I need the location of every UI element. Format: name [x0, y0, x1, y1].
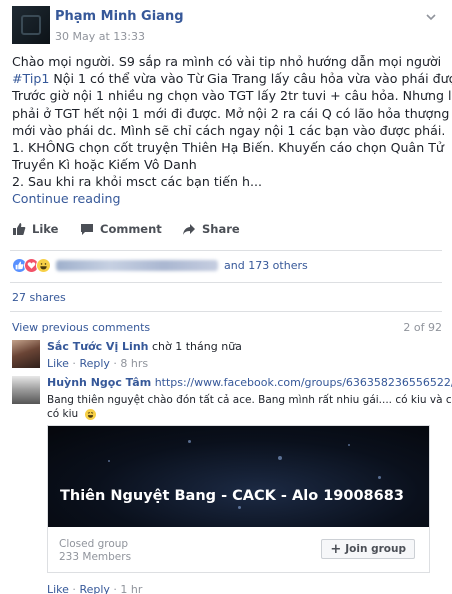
- group-title[interactable]: Thiên Nguyệt Bang - CACK - Alo 19008683: [60, 488, 404, 504]
- post-line: mới vào phái dc. Mình sẽ chỉ cách ngay n…: [12, 122, 446, 138]
- comment-button[interactable]: Comment: [80, 222, 162, 236]
- post-line: Trước giờ nội 1 nhiều ng chọn vào TGT lấ…: [12, 88, 452, 104]
- share-arrow-icon: [183, 224, 195, 235]
- post-body: Chào mọi người. S9 sắp ra mình có vài ti…: [12, 53, 452, 191]
- comment-like-link[interactable]: Like: [47, 583, 69, 594]
- reactions-others-link[interactable]: and 173 others: [224, 259, 308, 272]
- comment-reply-link[interactable]: Reply: [79, 583, 109, 594]
- thumbs-up-icon: [13, 223, 26, 235]
- divider: [10, 250, 442, 251]
- post-line: Chào mọi người. S9 sắp ra mình có vài ti…: [12, 54, 442, 69]
- share-button[interactable]: Share: [182, 222, 240, 236]
- haha-icon: [36, 257, 51, 273]
- post-line: 1. KHÔNG chọn cốt truyện Thiên Hạ Biến. …: [12, 140, 444, 156]
- comment-icon: [81, 224, 93, 235]
- comment-body: Sắc Tước Vị Linh chờ 1 tháng nữa Like · …: [47, 340, 442, 371]
- comment-meta: Like · Reply · 8 hrs: [47, 357, 149, 370]
- plus-icon: +: [330, 541, 342, 557]
- comment-time[interactable]: 8 hrs: [120, 357, 148, 370]
- post-line: 2. Sau khi ra khỏi msct các bạn tiến h..…: [12, 174, 262, 190]
- group-cover-image[interactable]: Thiên Nguyệt Bang - CACK - Alo 19008683: [48, 426, 429, 527]
- like-button[interactable]: Like: [12, 222, 58, 236]
- hashtag-link[interactable]: #Tip1: [12, 71, 49, 86]
- comment-text: Bang thiên nguyệt chào đón tất cả ace. B…: [47, 394, 452, 406]
- view-previous-comments-link[interactable]: View previous comments: [12, 321, 150, 334]
- post-timestamp[interactable]: 30 May at 13:33: [55, 30, 145, 43]
- join-group-button[interactable]: + Join group: [321, 539, 415, 559]
- comments-header: View previous comments 2 of 92: [12, 321, 442, 335]
- comment-time[interactable]: 1 hr: [120, 583, 142, 594]
- comment-body: Huỳnh Ngọc Tâm https://www.facebook.com/…: [47, 376, 452, 421]
- group-members: 233 Members: [59, 551, 132, 563]
- commenter-avatar[interactable]: [12, 340, 40, 368]
- group-url-link[interactable]: https://www.facebook.com/groups/63635823…: [155, 376, 452, 389]
- reactions-bar[interactable]: and 173 others: [12, 256, 442, 274]
- comment-item: Sắc Tước Vị Linh chờ 1 tháng nữa Like · …: [12, 340, 442, 372]
- chevron-down-icon[interactable]: [424, 10, 438, 24]
- post-line: #Tip1 Nội 1 có thể vừa vào Từ Gia Trang …: [12, 71, 452, 87]
- group-meta: Closed group 233 Members: [59, 538, 131, 564]
- facebook-post: Phạm Minh Giang 30 May at 13:33 Chào mọi…: [0, 0, 452, 594]
- author-name[interactable]: Phạm Minh Giang: [55, 9, 184, 24]
- comment-text-cont: có kiu: [47, 407, 442, 421]
- divider: [10, 282, 442, 283]
- comment-meta: Like · Reply · 1 hr: [47, 583, 143, 594]
- group-share-card[interactable]: Thiên Nguyệt Bang - CACK - Alo 19008683 …: [47, 425, 430, 573]
- commenter-name[interactable]: Huỳnh Ngọc Tâm: [47, 376, 151, 389]
- continue-reading-link[interactable]: Continue reading: [12, 191, 120, 206]
- comment-reply-link[interactable]: Reply: [79, 357, 109, 370]
- blurred-names: [56, 259, 218, 271]
- post-header: Phạm Minh Giang 30 May at 13:33: [12, 6, 442, 46]
- group-type: Closed group: [59, 538, 129, 550]
- post-line: Truyền Kì hoặc Kiếm Vô Danh: [12, 157, 197, 173]
- commenter-avatar[interactable]: [12, 376, 40, 404]
- comment-text: chờ 1 tháng nữa: [152, 340, 242, 353]
- comment-like-link[interactable]: Like: [47, 357, 69, 370]
- author-avatar[interactable]: [12, 6, 50, 44]
- divider: [10, 311, 442, 312]
- post-actions: Like Comment Share: [0, 222, 452, 244]
- post-line: phải ở TGT hết nội 1 mới đi được. Mở nội…: [12, 105, 450, 121]
- shares-count-link[interactable]: 27 shares: [12, 291, 66, 304]
- laughing-emoji-icon: [83, 408, 97, 421]
- comments-count: 2 of 92: [403, 321, 442, 334]
- commenter-name[interactable]: Sắc Tước Vị Linh: [47, 340, 149, 353]
